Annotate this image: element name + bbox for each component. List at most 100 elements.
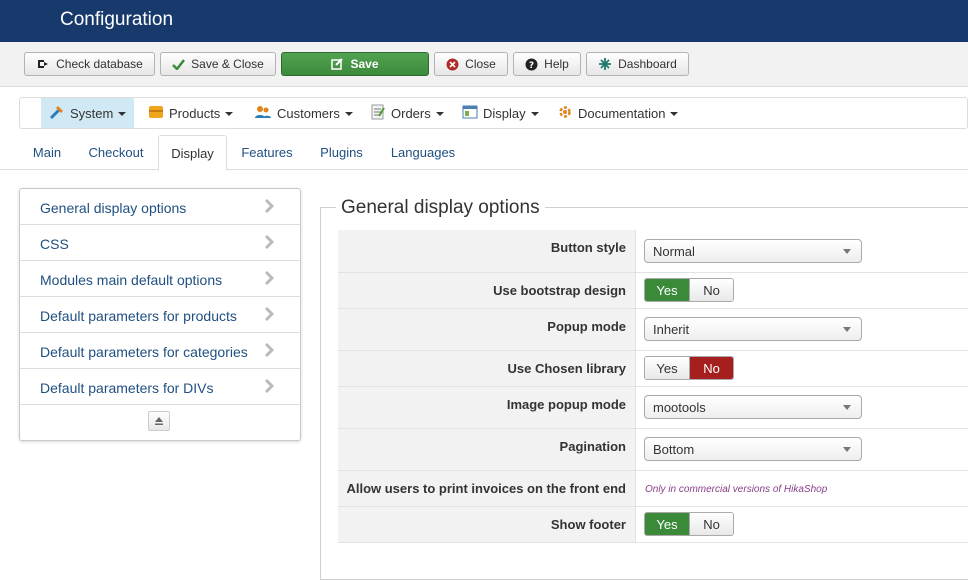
sidebar-item-css[interactable]: CSS xyxy=(20,225,300,261)
sidebar-item-modules[interactable]: Modules main default options xyxy=(20,261,300,297)
sidebar-item-general-display[interactable]: General display options xyxy=(20,189,300,225)
tab-languages[interactable]: Languages xyxy=(380,135,466,170)
row-value: Inherit xyxy=(636,309,968,350)
save-close-label: Save & Close xyxy=(191,57,264,71)
footer-no-option[interactable]: No xyxy=(689,513,733,535)
check-database-button[interactable]: Check database xyxy=(24,52,155,76)
selected-value: Inherit xyxy=(653,322,690,337)
sidebar-item-label: Default parameters for DIVs xyxy=(40,380,214,396)
edit-icon xyxy=(331,58,344,70)
row-label: Use Chosen library xyxy=(338,351,636,386)
row-bootstrap-design: Use bootstrap design Yes No xyxy=(338,273,968,309)
pagination-select[interactable]: Bottom xyxy=(644,437,862,461)
row-image-popup-mode: Image popup mode mootools xyxy=(338,387,968,429)
gear-icon xyxy=(557,104,573,123)
chevron-down-icon xyxy=(530,112,539,116)
close-label: Close xyxy=(465,57,496,71)
tools-icon xyxy=(49,104,65,123)
row-label: Use bootstrap design xyxy=(338,273,636,308)
eject-icon xyxy=(154,414,164,429)
menu-system-label: System xyxy=(70,105,114,121)
tab-features[interactable]: Features xyxy=(231,135,303,170)
tab-plugins[interactable]: Plugins xyxy=(308,135,375,170)
print-invoices-label: Allow users to print invoices on the fro… xyxy=(346,481,626,496)
button-style-select[interactable]: Normal xyxy=(644,239,862,263)
close-button[interactable]: Close xyxy=(434,52,508,76)
title-bar: Configuration xyxy=(0,0,968,42)
chevron-right-icon xyxy=(264,270,275,288)
image-popup-select[interactable]: mootools xyxy=(644,395,862,419)
main-menu: System Products Customers Orders Display… xyxy=(19,97,968,129)
row-button-style: Button style Normal xyxy=(338,230,968,273)
chosen-yes-option[interactable]: Yes xyxy=(645,357,689,379)
bootstrap-no-option[interactable]: No xyxy=(689,279,733,301)
display-window-icon xyxy=(462,104,478,123)
menu-customers[interactable]: Customers xyxy=(254,98,353,128)
sidebar-item-products[interactable]: Default parameters for products xyxy=(20,297,300,333)
chevron-right-icon xyxy=(264,378,275,396)
menu-products-label: Products xyxy=(169,105,221,121)
save-button[interactable]: Save xyxy=(281,52,429,76)
chosen-no-option[interactable]: No xyxy=(689,357,733,379)
chevron-right-icon xyxy=(264,342,275,360)
pagination-label: Pagination xyxy=(559,439,626,454)
row-show-footer: Show footer Yes No xyxy=(338,507,968,543)
svg-text:?: ? xyxy=(529,61,534,71)
chevron-right-icon xyxy=(264,306,275,324)
help-button[interactable]: ? Help xyxy=(513,52,581,76)
sidebar-item-categories[interactable]: Default parameters for categories xyxy=(20,333,300,369)
chevron-down-icon xyxy=(344,112,353,116)
row-chosen-library: Use Chosen library Yes No xyxy=(338,351,968,387)
menu-display-label: Display xyxy=(483,105,526,121)
row-value: mootools xyxy=(636,387,968,428)
chevron-down-icon xyxy=(843,405,851,410)
chevron-right-icon xyxy=(264,198,275,216)
orders-icon xyxy=(370,104,386,123)
bootstrap-toggle: Yes No xyxy=(644,278,734,302)
sidebar-item-label: General display options xyxy=(40,200,187,216)
menu-orders[interactable]: Orders xyxy=(370,98,444,128)
question-icon: ? xyxy=(525,58,538,71)
sidebar-item-divs[interactable]: Default parameters for DIVs xyxy=(20,369,300,405)
row-label: Allow users to print invoices on the fro… xyxy=(338,471,636,506)
sidebar-item-label: Modules main default options xyxy=(40,272,223,288)
show-footer-label: Show footer xyxy=(550,517,626,532)
chevron-down-icon xyxy=(670,112,679,116)
chevron-down-icon xyxy=(118,112,127,116)
row-label: Pagination xyxy=(338,429,636,470)
chevron-down-icon xyxy=(225,112,234,116)
menu-documentation[interactable]: Documentation xyxy=(557,98,679,128)
tab-checkout[interactable]: Checkout xyxy=(77,135,155,170)
collapse-sidebar-button[interactable] xyxy=(148,411,170,431)
row-popup-mode: Popup mode Inherit xyxy=(338,309,968,351)
popup-mode-select[interactable]: Inherit xyxy=(644,317,862,341)
row-value: Normal xyxy=(636,230,968,272)
popup-mode-label: Popup mode xyxy=(547,319,626,334)
chosen-toggle: Yes No xyxy=(644,356,734,380)
menu-orders-label: Orders xyxy=(391,105,431,121)
menu-customers-label: Customers xyxy=(277,105,340,121)
menu-display[interactable]: Display xyxy=(462,98,539,128)
selected-value: Bottom xyxy=(653,442,695,457)
tab-display[interactable]: Display xyxy=(158,135,227,171)
config-tabs: Main Checkout Display Features Plugins L… xyxy=(0,135,968,171)
close-circle-icon xyxy=(446,58,459,71)
selected-value: Normal xyxy=(653,244,695,259)
sidebar-item-label: Default parameters for products xyxy=(40,308,237,324)
row-value: Yes No xyxy=(636,507,968,542)
row-label: Button style xyxy=(338,230,636,272)
footer-yes-option[interactable]: Yes xyxy=(645,513,689,535)
tab-main[interactable]: Main xyxy=(20,135,74,170)
sidebar-item-label: Default parameters for categories xyxy=(40,344,248,360)
menu-system[interactable]: System xyxy=(41,98,135,128)
chosen-label: Use Chosen library xyxy=(507,361,627,376)
bootstrap-yes-option[interactable]: Yes xyxy=(645,279,689,301)
save-close-button[interactable]: Save & Close xyxy=(160,52,276,76)
help-label: Help xyxy=(544,57,569,71)
chevron-down-icon xyxy=(843,249,851,254)
menu-products[interactable]: Products xyxy=(148,98,234,128)
menu-documentation-label: Documentation xyxy=(578,105,666,121)
row-label: Popup mode xyxy=(338,309,636,350)
dashboard-button[interactable]: Dashboard xyxy=(586,52,689,76)
check-icon xyxy=(172,58,186,70)
